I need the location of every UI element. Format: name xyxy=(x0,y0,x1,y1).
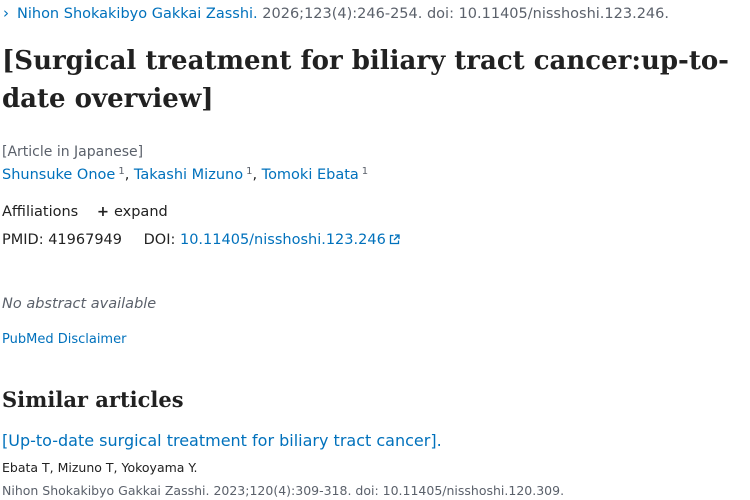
pubmed-disclaimer-link[interactable]: PubMed Disclaimer xyxy=(2,332,126,347)
journal-citation: › Nihon Shokakibyo Gakkai Zasshi. 2026;12… xyxy=(3,4,669,22)
identifiers-row: PMID: 41967949 DOI: 10.11405/nisshoshi.1… xyxy=(2,232,400,248)
expand-affiliations-button[interactable]: + expand xyxy=(97,204,168,220)
doi-link[interactable]: 10.11405/nisshoshi.123.246 xyxy=(180,232,400,248)
similar-article-authors: Ebata T, Mizuno T, Yokoyama Y. xyxy=(2,460,198,475)
pmid-label: PMID: xyxy=(2,232,44,248)
similar-article-title-link[interactable]: [Up-to-date surgical treatment for bilia… xyxy=(2,431,442,450)
chevron-right-icon[interactable]: › xyxy=(3,4,17,22)
affiliation-ref[interactable]: 1 xyxy=(246,166,252,177)
pmid-value: 41967949 xyxy=(48,232,123,248)
author-list: Shunsuke Onoe 1, Takashi Mizuno 1, Tomoki … xyxy=(2,166,369,183)
affiliations-row: Affiliations + expand xyxy=(2,204,168,220)
plus-icon: + xyxy=(96,204,109,220)
affiliation-ref[interactable]: 1 xyxy=(362,166,368,177)
author-link[interactable]: Shunsuke Onoe xyxy=(2,167,115,183)
expand-label: expand xyxy=(113,204,168,220)
similar-articles-heading: Similar articles xyxy=(2,387,184,412)
journal-link[interactable]: Nihon Shokakibyo Gakkai Zasshi. xyxy=(17,6,258,22)
language-note: [Article in Japanese] xyxy=(2,144,144,160)
affiliations-label: Affiliations xyxy=(2,204,79,220)
doi-label: DOI: xyxy=(143,232,176,248)
external-link-icon xyxy=(389,234,400,245)
doi-value: 10.11405/nisshoshi.123.246 xyxy=(179,232,386,248)
citation-details: 2026;123(4):246-254. doi: 10.11405/nissh… xyxy=(262,6,669,22)
similar-article-citation: Nihon Shokakibyo Gakkai Zasshi. 2023;120… xyxy=(2,483,565,498)
article-title: [Surgical treatment for biliary tract ca… xyxy=(2,46,729,114)
affiliation-ref[interactable]: 1 xyxy=(118,166,124,177)
author-link[interactable]: Takashi Mizuno xyxy=(134,167,243,183)
no-abstract-note: No abstract available xyxy=(2,296,157,312)
author-link[interactable]: Tomoki Ebata xyxy=(262,167,359,183)
